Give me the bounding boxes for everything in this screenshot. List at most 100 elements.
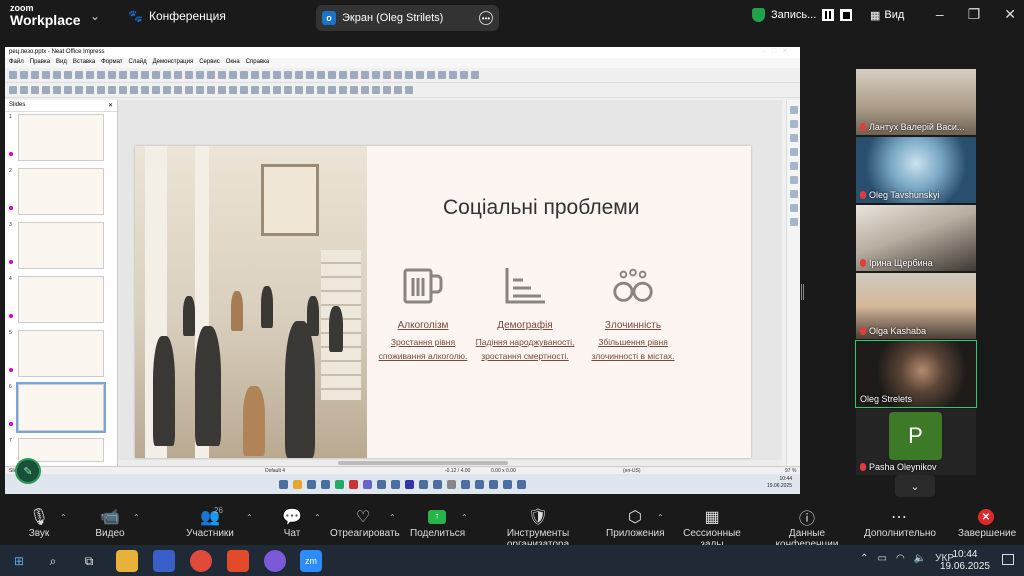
view-button[interactable]: ▦ Вид xyxy=(870,9,904,22)
slide-number: 4 xyxy=(9,276,12,282)
apps-label: Приложения xyxy=(606,528,665,539)
viber-icon[interactable] xyxy=(264,550,286,572)
minimize-icon[interactable]: – xyxy=(936,6,944,23)
slide-thumbnail[interactable] xyxy=(18,168,104,215)
impress-title: рец.пезо.pptx - Neat Office Impress xyxy=(9,49,105,55)
video-tile[interactable]: Ірина Щербина xyxy=(856,205,976,271)
chevron-up-icon[interactable]: ⌃ xyxy=(133,513,140,522)
windows-start-icon[interactable]: ⊞ xyxy=(8,550,30,572)
close-icon[interactable]: ✕ xyxy=(108,102,113,109)
chevron-up-icon[interactable]: ⌃ xyxy=(314,513,321,522)
folder-icon[interactable] xyxy=(116,550,138,572)
chrome-icon[interactable] xyxy=(190,550,212,572)
menu-slide[interactable]: Слайд xyxy=(129,59,147,67)
chevron-up-icon[interactable]: ⌃ xyxy=(389,513,396,522)
meeting-title[interactable]: 🐾 Конференция xyxy=(128,9,226,23)
video-tile[interactable]: Лантух Валерій Васи... xyxy=(856,69,976,135)
meeting-info-button[interactable]: ⓘ Данные конференции xyxy=(760,506,854,550)
split-handle[interactable] xyxy=(801,284,804,300)
standard-toolbar xyxy=(5,68,800,83)
menu-window[interactable]: Окна xyxy=(226,59,240,67)
store-icon[interactable] xyxy=(153,550,175,572)
slides-panel: Slides ✕ 1 2 3 4 5 6 7 xyxy=(5,100,118,472)
network-icon[interactable]: ▭ xyxy=(878,553,887,564)
shared-clock-time: 10:44 xyxy=(779,476,792,482)
participant-name: Pasha Oleynikov xyxy=(860,462,937,472)
chevron-up-icon[interactable]: ⌃ xyxy=(60,513,67,522)
notification-icon[interactable] xyxy=(1002,554,1014,565)
taskbar-clock[interactable]: 10:44 19.06.2025 xyxy=(940,549,990,573)
menu-edit[interactable]: Правка xyxy=(30,59,50,67)
zoom-app-icon[interactable]: zm xyxy=(300,550,322,572)
logo-bottom: Workplace xyxy=(10,12,81,28)
apps-button[interactable]: ⬡ Приложения xyxy=(606,506,665,539)
impress-window-controls[interactable]: –□✕ xyxy=(762,47,794,55)
slide-thumbnail[interactable] xyxy=(18,114,104,161)
menu-view[interactable]: Вид xyxy=(56,59,67,67)
video-tile[interactable]: Oleg Tavshunskyi xyxy=(856,137,976,203)
chevron-up-icon[interactable]: ⌃ xyxy=(657,513,664,522)
more-label: Дополнительно xyxy=(864,528,936,539)
name-label: Oleg Strelets xyxy=(860,394,913,404)
pause-button[interactable] xyxy=(822,9,835,21)
react-button[interactable]: ♡ Отреагировать xyxy=(330,506,400,539)
menu-insert[interactable]: Вставка xyxy=(73,59,95,67)
video-tile[interactable]: Olga Kashaba xyxy=(856,273,976,339)
current-slide: Соціальні проблеми Алкоголізм Зростання … xyxy=(135,146,751,458)
participants-count: 26 xyxy=(214,506,223,515)
chevron-up-icon[interactable]: ⌃ xyxy=(461,513,468,522)
chevron-up-icon[interactable]: ⌃ xyxy=(860,553,868,564)
share-button[interactable]: ↑ Поделиться xyxy=(410,506,465,539)
column-demography: Демографія Падіння народжуваності, зрост… xyxy=(475,264,575,363)
slide-dot xyxy=(9,260,13,264)
breakout-rooms-button[interactable]: ▦ Сессионные залы xyxy=(674,506,750,550)
audio-label: Звук xyxy=(28,528,50,539)
zoom-logo: zoom Workplace xyxy=(10,4,81,28)
menu-file[interactable]: Файл xyxy=(9,59,24,67)
annotate-pen-icon[interactable]: ✎ xyxy=(15,458,41,484)
wifi-icon[interactable]: ◠ xyxy=(896,553,905,564)
paw-icon: 🐾 xyxy=(128,9,143,23)
slide-thumbnail-selected[interactable] xyxy=(16,382,106,433)
slide-thumbnail[interactable] xyxy=(18,222,104,269)
volume-icon[interactable]: 🔈 xyxy=(914,553,926,564)
more-button[interactable]: ⋯ Дополнительно xyxy=(864,506,936,539)
scroll-down-button[interactable]: ⌄ xyxy=(895,475,935,497)
slide-thumbnail[interactable] xyxy=(18,330,104,377)
muted-mic-icon xyxy=(860,327,866,335)
menu-show[interactable]: Демонстрация xyxy=(153,59,194,67)
audio-button[interactable]: 🎙 Звук xyxy=(22,506,56,539)
host-tools-button[interactable]: 🛡 Инструменты организатора xyxy=(478,506,598,550)
share-tab[interactable]: o Экран (Oleg Strilets) ••• xyxy=(316,5,499,31)
impress-menu: Файл Правка Вид Вставка Формат Слайд Дем… xyxy=(5,58,800,68)
heart-icon: ♡ xyxy=(355,509,371,526)
shared-clock-date: 19.06.2025 xyxy=(766,483,792,489)
column-text: Падіння народжуваності, зростання смертн… xyxy=(475,337,575,361)
close-icon[interactable]: ✕ xyxy=(1004,6,1016,23)
menu-help[interactable]: Справка xyxy=(246,59,270,67)
chevron-down-icon[interactable]: ⌄ xyxy=(90,9,100,23)
participant-name: Ірина Щербина xyxy=(860,258,933,268)
wps-icon[interactable] xyxy=(227,550,249,572)
slide-thumbnail[interactable] xyxy=(18,276,104,323)
restore-icon[interactable]: ❐ xyxy=(968,6,981,23)
share-tab-label: Экран (Oleg Strilets) xyxy=(342,12,444,24)
video-button[interactable]: 📹 Видео xyxy=(90,506,130,539)
more-icon[interactable]: ••• xyxy=(479,11,493,25)
recording-indicator: Запись... xyxy=(752,8,853,22)
muted-mic-icon: 🎙 xyxy=(28,509,50,526)
participants-icon: 👥 26 xyxy=(200,506,223,526)
slide-dot xyxy=(9,422,13,426)
end-button[interactable]: ✕ Завершение xyxy=(958,506,1016,539)
chat-button[interactable]: 💬 Чат xyxy=(280,506,304,539)
stop-button[interactable] xyxy=(840,9,853,21)
participants-button[interactable]: 👥 26 Участники xyxy=(185,506,235,539)
chevron-up-icon[interactable]: ⌃ xyxy=(246,513,253,522)
slides-panel-header: Slides ✕ xyxy=(5,100,117,112)
menu-format[interactable]: Формат xyxy=(101,59,122,67)
name-label: Лантух Валерій Васи... xyxy=(869,122,965,132)
task-view-icon[interactable]: ⧉ xyxy=(78,550,100,572)
search-icon[interactable]: ⌕ xyxy=(42,550,64,572)
menu-tools[interactable]: Сервис xyxy=(199,59,220,67)
video-tile-active-speaker[interactable]: Oleg Strelets xyxy=(855,340,977,408)
